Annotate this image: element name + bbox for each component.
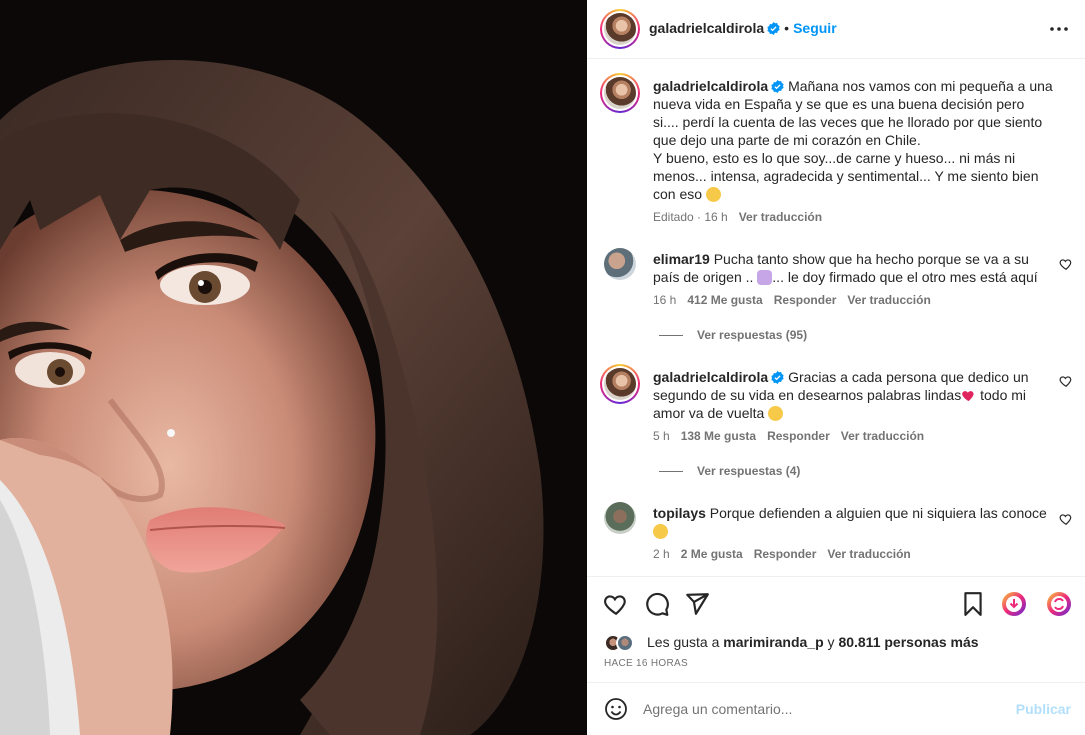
post-header: galadrielcaldirola • Seguir (587, 0, 1085, 59)
emoji-picker-icon[interactable] (604, 697, 628, 721)
post-actions: Les gusta a marimiranda_p y 80.811 perso… (587, 576, 1085, 682)
view-replies-label: Ver respuestas (95) (697, 328, 808, 342)
view-replies-button[interactable]: Ver respuestas (95) (659, 328, 807, 342)
comment-likes[interactable]: 138 Me gusta (681, 429, 756, 443)
author-username[interactable]: galadrielcaldirola (649, 20, 764, 36)
likes-summary: Les gusta a marimiranda_p y 80.811 perso… (647, 634, 979, 650)
verified-icon (771, 371, 784, 384)
likes-count[interactable]: 80.811 personas más (838, 634, 978, 650)
liker-avatar (616, 634, 634, 652)
add-comment-bar: Publicar (587, 682, 1085, 735)
comment-text-a: Porque defienden a alguien que ni siquie… (709, 505, 1047, 521)
comment-time: 5 h (653, 429, 670, 443)
likes-prefix: Les gusta a (647, 634, 720, 650)
comment-avatar[interactable] (600, 364, 640, 404)
comment-author[interactable]: elimar19 (653, 251, 710, 267)
comment-bubble-icon[interactable] (644, 591, 670, 617)
comment-item: topilays Porque defienden a alguien que … (587, 502, 1085, 572)
post-timestamp: HACE 16 HORAS (604, 658, 688, 669)
likes-middle: y (827, 634, 835, 650)
author-avatar[interactable] (600, 9, 640, 49)
like-comment-heart-icon[interactable] (1059, 374, 1073, 388)
like-comment-heart-icon[interactable] (1059, 257, 1073, 271)
comment-meta: 2 h 2 Me gusta Responder Ver traducción (653, 547, 922, 561)
kissing-face-icon (768, 406, 784, 421)
caption-translate-link[interactable]: Ver traducción (739, 210, 822, 224)
pleading-face-icon (705, 187, 721, 202)
reply-button[interactable]: Responder (754, 547, 817, 561)
share-paper-plane-icon[interactable] (684, 591, 710, 617)
comment-meta: 5 h 138 Me gusta Responder Ver traducción (653, 429, 935, 443)
post-image (0, 0, 587, 735)
comment-text-b: ... le doy firmado que el otro mes está … (772, 269, 1038, 285)
comment-text-block: elimar19 Pucha tanto show que ha hecho p… (653, 250, 1053, 286)
save-bookmark-icon[interactable] (960, 591, 986, 617)
reply-button[interactable]: Responder (774, 293, 837, 307)
zany-face-icon (653, 524, 668, 539)
caption-text-block: galadrielcaldirola Mañana nos vamos con … (653, 77, 1053, 203)
post-comment-button[interactable]: Publicar (1016, 701, 1071, 717)
comment-avatar[interactable] (604, 502, 636, 534)
comment-author[interactable]: topilays (653, 505, 706, 521)
comment-time: 2 h (653, 547, 670, 561)
liker-username[interactable]: marimiranda_p (723, 634, 823, 650)
translate-link[interactable]: Ver traducción (827, 547, 910, 561)
like-comment-heart-icon[interactable] (1059, 512, 1073, 526)
comment-likes[interactable]: 412 Me gusta (687, 293, 762, 307)
like-heart-icon[interactable] (603, 591, 629, 617)
translate-link[interactable]: Ver traducción (841, 429, 924, 443)
header-separator: • (784, 20, 790, 36)
comment-avatar[interactable] (604, 248, 636, 280)
verified-icon (767, 22, 780, 35)
post-side-panel: galadrielcaldirola • Seguir galadrielcaldi… (587, 0, 1085, 735)
follow-button[interactable]: Seguir (793, 20, 837, 36)
comment-text-block: topilays Porque defienden a alguien que … (653, 504, 1053, 540)
person-shrugging-icon (757, 270, 773, 285)
repost-extension-icon[interactable] (1046, 591, 1072, 617)
caption-edited: Editado · 16 h (653, 210, 728, 224)
download-extension-icon[interactable] (1001, 591, 1027, 617)
verified-icon (771, 80, 784, 93)
post-photo[interactable] (0, 0, 587, 735)
view-replies-label: Ver respuestas (4) (697, 464, 801, 478)
comment-item: galadrielcaldirola Gracias a cada person… (587, 364, 1085, 478)
caption-meta: Editado · 16 h Ver traducción (653, 210, 833, 224)
comment-item: elimar19 Pucha tanto show que ha hecho p… (587, 248, 1085, 348)
header-user: galadrielcaldirola • Seguir (649, 20, 837, 36)
caption-author[interactable]: galadrielcaldirola (653, 78, 768, 94)
comment-time: 16 h (653, 293, 677, 307)
comment-text-block: galadrielcaldirola Gracias a cada person… (653, 368, 1053, 422)
view-replies-button[interactable]: Ver respuestas (4) (659, 464, 800, 478)
more-options-icon[interactable] (1047, 20, 1071, 38)
comment-likes[interactable]: 2 Me gusta (681, 547, 743, 561)
comments-list[interactable]: galadrielcaldirola Mañana nos vamos con … (587, 60, 1085, 575)
comment-author[interactable]: galadrielcaldirola (653, 369, 768, 385)
red-heart-icon (962, 391, 974, 402)
reply-button[interactable]: Responder (767, 429, 830, 443)
translate-link[interactable]: Ver traducción (847, 293, 930, 307)
comment-meta: 16 h 412 Me gusta Responder Ver traducción (653, 293, 942, 307)
caption-avatar[interactable] (600, 73, 640, 113)
comment-input[interactable] (643, 695, 1003, 723)
caption: galadrielcaldirola Mañana nos vamos con … (587, 73, 1085, 233)
